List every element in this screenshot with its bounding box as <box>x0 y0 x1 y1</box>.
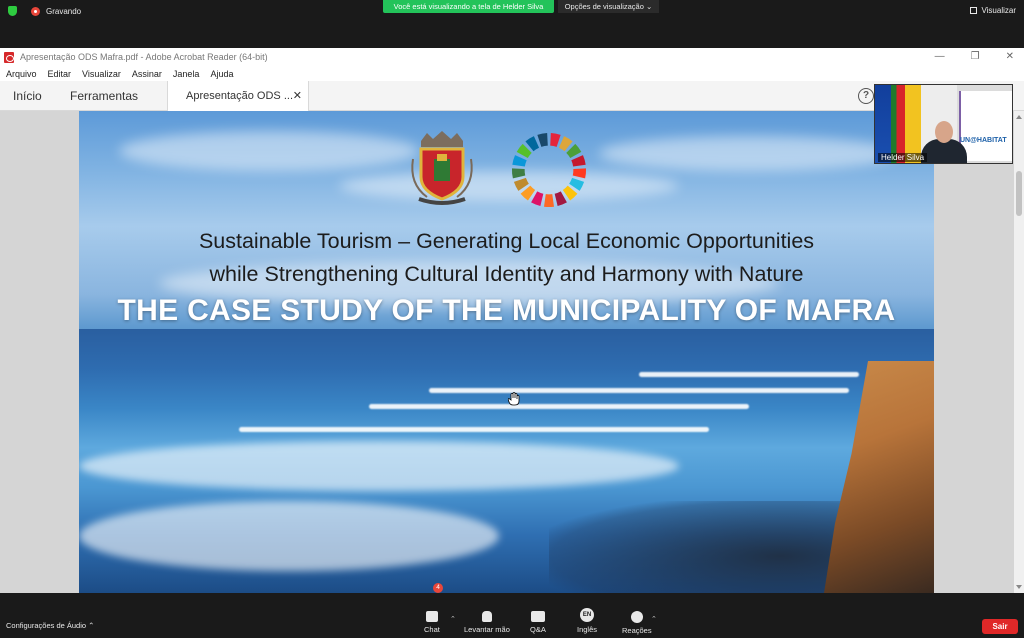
tab-tools[interactable]: Ferramentas <box>70 81 138 111</box>
menu-janela[interactable]: Janela <box>173 69 200 79</box>
sdg-segment <box>572 168 587 179</box>
sdg-segment <box>544 194 554 208</box>
un-habitat-logo: UN@HABITAT <box>960 137 1007 144</box>
shield-icon <box>8 6 17 16</box>
window-title: Apresentação ODS Mafra.pdf - Adobe Acrob… <box>20 52 268 62</box>
meeting-toolbar: Configurações de Áudio ⌃ Chat ⌃ Levantar… <box>0 593 1024 638</box>
sdg-segment <box>512 155 527 167</box>
participant-name: Helder Silva <box>878 153 928 162</box>
reactions-label: Reações <box>622 626 652 635</box>
tab-home[interactable]: Início <box>13 81 42 111</box>
un-habitat-banner <box>959 91 1012 161</box>
hand-icon <box>481 611 492 622</box>
slide-subtitle-line-2: while Strengthening Cultural Identity an… <box>209 262 804 286</box>
slide: Sustainable Tourism – Generating Local E… <box>79 111 934 593</box>
sdg-wheel-logo <box>511 132 587 208</box>
chevron-up-icon: ⌃ <box>88 621 95 630</box>
acrobat-window: Apresentação ODS Mafra.pdf - Adobe Acrob… <box>0 48 1024 593</box>
menu-ajuda[interactable]: Ajuda <box>210 69 233 79</box>
scroll-down-icon[interactable] <box>1016 585 1022 589</box>
recording-label: Gravando <box>46 6 82 16</box>
reactions-button[interactable]: Reações <box>622 611 652 635</box>
hand-cursor-icon <box>508 392 520 406</box>
chat-caret-icon[interactable]: ⌃ <box>450 615 456 623</box>
menu-editar[interactable]: Editar <box>48 69 72 79</box>
close-icon[interactable]: ✕ <box>1006 51 1014 62</box>
zoom-top-bar: Gravando Você está visualizando a tela d… <box>0 0 1024 48</box>
tab-document-label: Apresentação ODS ... <box>186 90 293 102</box>
view-button[interactable]: Visualizar <box>970 6 1016 15</box>
qa-icon <box>530 611 545 622</box>
minimize-icon[interactable]: — <box>935 51 945 62</box>
document-area: Sustainable Tourism – Generating Local E… <box>0 111 1014 593</box>
grid-icon <box>970 7 978 14</box>
municipality-emblem <box>411 131 473 205</box>
pdf-icon <box>4 51 14 63</box>
participant-video[interactable]: UN@HABITAT Helder Silva <box>874 84 1013 164</box>
recording-icon <box>31 6 40 16</box>
chat-icon <box>425 611 438 622</box>
scroll-up-icon[interactable] <box>1016 115 1022 119</box>
language-button[interactable]: EN Inglês <box>577 608 598 634</box>
tab-document[interactable]: Apresentação ODS ... ✕ <box>167 81 309 111</box>
sdg-segment <box>531 191 544 207</box>
restore-icon[interactable]: ❐ <box>971 51 980 62</box>
sdg-segment <box>554 191 567 207</box>
sdg-segment <box>571 155 586 167</box>
chat-label: Chat <box>424 625 440 634</box>
tab-bar: Início Ferramentas Apresentação ODS ... … <box>0 81 1024 111</box>
smiley-icon <box>630 611 643 623</box>
menu-arquivo[interactable]: Arquivo <box>6 69 37 79</box>
slide-title: THE CASE STUDY OF THE MUNICIPALITY OF MA… <box>117 294 896 327</box>
qa-label: Q&A <box>530 625 546 634</box>
chat-button[interactable]: Chat <box>424 611 440 634</box>
sdg-segment <box>511 168 526 179</box>
menu-bar: Arquivo Editar Visualizar Assinar Janela… <box>0 66 1024 81</box>
language-icon: EN <box>580 608 594 622</box>
slide-subtitle-line-1: Sustainable Tourism – Generating Local E… <box>198 229 815 253</box>
recording-indicator: Gravando <box>8 6 81 16</box>
sdg-segment <box>550 132 561 147</box>
qa-button[interactable]: Q&A <box>530 611 546 634</box>
menu-assinar[interactable]: Assinar <box>132 69 162 79</box>
view-button-label: Visualizar <box>981 6 1016 15</box>
person-head <box>935 121 953 143</box>
chevron-down-icon: ⌄ <box>646 2 653 11</box>
sdg-segment <box>520 185 536 201</box>
sdg-segment <box>537 132 548 147</box>
raise-hand-button[interactable]: Levantar mão <box>464 611 510 634</box>
vertical-scrollbar[interactable] <box>1014 111 1024 593</box>
view-options-button[interactable]: Opções de visualização ⌄ <box>558 0 659 13</box>
reactions-caret-icon[interactable]: ⌃ <box>651 615 657 623</box>
scroll-thumb[interactable] <box>1016 171 1022 216</box>
window-titlebar: Apresentação ODS Mafra.pdf - Adobe Acrob… <box>0 48 1024 66</box>
audio-settings-button[interactable]: Configurações de Áudio ⌃ <box>6 621 94 630</box>
leave-button[interactable]: Sair <box>982 619 1018 634</box>
screen-share-banner: Você está visualizando a tela de Helder … <box>383 0 554 13</box>
language-label: Inglês <box>577 625 598 634</box>
menu-visualizar[interactable]: Visualizar <box>82 69 121 79</box>
sdg-segment <box>562 185 578 201</box>
chat-unread-badge: 4 <box>433 583 443 593</box>
help-icon[interactable]: ? <box>858 88 874 104</box>
audio-settings-label: Configurações de Áudio <box>6 621 87 630</box>
raise-hand-label: Levantar mão <box>464 625 510 634</box>
tab-close-icon[interactable]: ✕ <box>293 81 302 111</box>
view-options-label: Opções de visualização <box>564 2 644 11</box>
